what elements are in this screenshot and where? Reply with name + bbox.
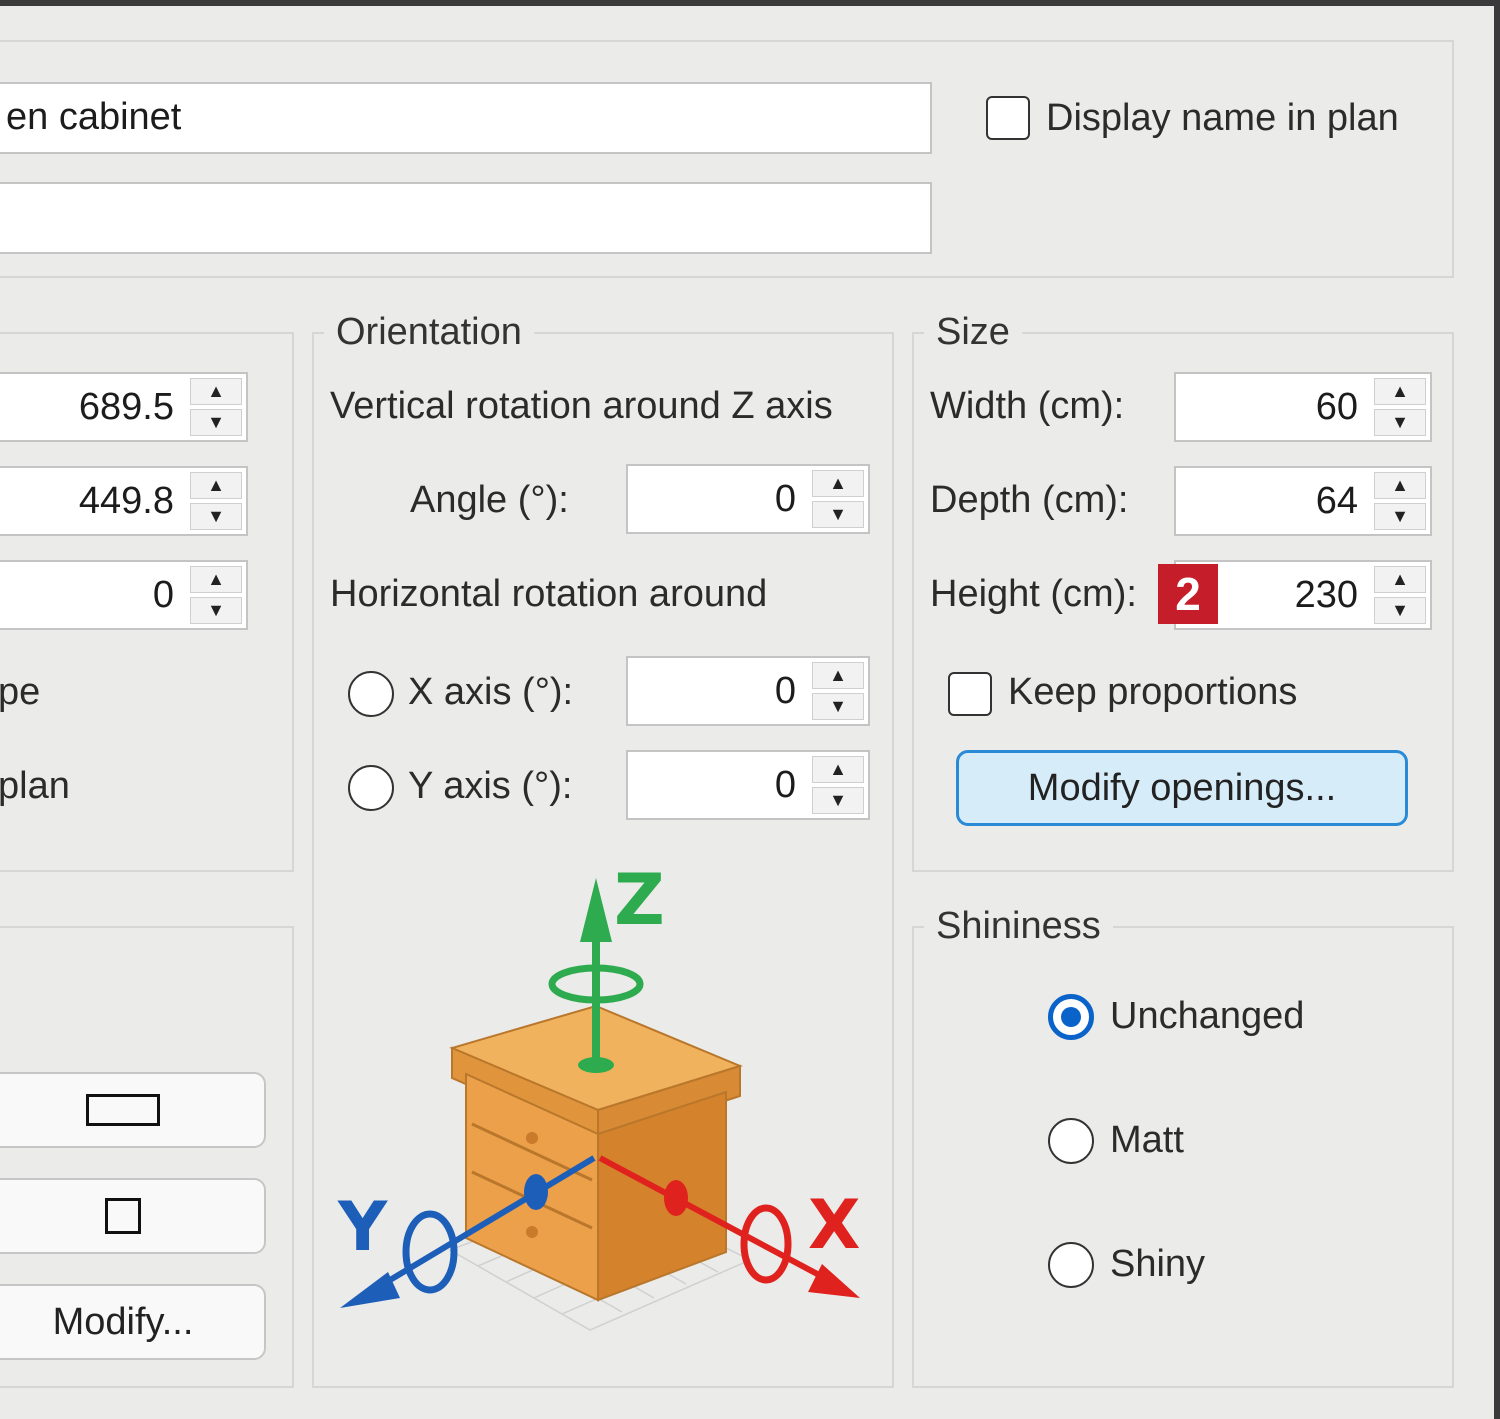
- depth-value[interactable]: 64: [1176, 468, 1368, 534]
- spin-up-icon[interactable]: ▲: [190, 566, 242, 593]
- modify-openings-button[interactable]: Modify openings...: [956, 750, 1408, 826]
- description-input[interactable]: [0, 182, 932, 254]
- modify-button[interactable]: Modify...: [0, 1284, 266, 1360]
- spin-up-icon[interactable]: ▲: [812, 470, 864, 497]
- y-axis-value[interactable]: 0: [628, 752, 806, 818]
- shape-wide-button[interactable]: [0, 1072, 266, 1148]
- spin-down-icon[interactable]: ▼: [812, 693, 864, 720]
- orientation-title: Orientation: [324, 308, 534, 356]
- y-axis-radio[interactable]: [348, 765, 394, 811]
- height-label: Height (cm):: [930, 573, 1137, 615]
- y-axis-label: Y axis (°):: [408, 765, 573, 807]
- square-icon: [105, 1198, 141, 1234]
- window-frame-top: [0, 0, 1500, 6]
- elevation-value[interactable]: 0: [0, 562, 184, 628]
- width-value[interactable]: 60: [1176, 374, 1368, 440]
- display-name-label: Display name in plan: [1046, 97, 1399, 139]
- spin-up-icon[interactable]: ▲: [190, 472, 242, 499]
- horizontal-rotation-label: Horizontal rotation around: [330, 573, 768, 615]
- x-axis-value[interactable]: 0: [628, 658, 806, 724]
- location-label-fragment-1: pe: [0, 671, 41, 713]
- x-axis-label: X axis (°):: [408, 671, 574, 713]
- spin-down-icon[interactable]: ▼: [812, 501, 864, 528]
- shininess-matt-label: Matt: [1110, 1119, 1184, 1161]
- name-input[interactable]: en cabinet: [0, 82, 932, 154]
- spin-up-icon[interactable]: ▲: [1374, 378, 1426, 405]
- x-axis-radio[interactable]: [348, 671, 394, 717]
- width-label: Width (cm):: [930, 385, 1125, 427]
- x-position-spinner[interactable]: 689.5 ▲ ▼: [0, 372, 248, 442]
- window-frame-right: [1494, 0, 1500, 1419]
- y-position-spinner[interactable]: 449.8 ▲ ▼: [0, 466, 248, 536]
- callout-badge: 2: [1158, 564, 1218, 624]
- shininess-shiny-label: Shiny: [1110, 1243, 1206, 1285]
- shape-square-button[interactable]: [0, 1178, 266, 1254]
- z-axis-label: Z: [614, 860, 665, 941]
- shininess-matt-radio[interactable]: [1048, 1118, 1094, 1164]
- x-axis-label: X: [808, 1186, 860, 1265]
- spin-down-icon[interactable]: ▼: [190, 597, 242, 624]
- x-axis-spinner[interactable]: 0 ▲ ▼: [626, 656, 870, 726]
- angle-label: Angle (°):: [410, 479, 569, 521]
- vertical-rotation-label: Vertical rotation around Z axis: [330, 385, 833, 427]
- spin-up-icon[interactable]: ▲: [812, 756, 864, 783]
- orientation-illustration: Z X Y: [337, 860, 860, 1331]
- spin-up-icon[interactable]: ▲: [1374, 472, 1426, 499]
- shininess-unchanged-radio[interactable]: [1048, 994, 1094, 1040]
- location-label-fragment-2: plan: [0, 765, 70, 807]
- spin-up-icon[interactable]: ▲: [812, 662, 864, 689]
- keep-proportions-checkbox[interactable]: [948, 672, 992, 716]
- spin-down-icon[interactable]: ▼: [1374, 597, 1426, 624]
- keep-proportions-label: Keep proportions: [1008, 671, 1298, 713]
- y-axis-spinner[interactable]: 0 ▲ ▼: [626, 750, 870, 820]
- x-position-value[interactable]: 689.5: [0, 374, 184, 440]
- y-axis-label: Y: [337, 1188, 388, 1267]
- width-spinner[interactable]: 60 ▲ ▼: [1174, 372, 1432, 442]
- shininess-shiny-radio[interactable]: [1048, 1242, 1094, 1288]
- angle-spinner[interactable]: 0 ▲ ▼: [626, 464, 870, 534]
- depth-spinner[interactable]: 64 ▲ ▼: [1174, 466, 1432, 536]
- shininess-unchanged-label: Unchanged: [1110, 995, 1305, 1037]
- display-name-checkbox[interactable]: [986, 96, 1030, 140]
- spin-down-icon[interactable]: ▼: [190, 503, 242, 530]
- size-title: Size: [924, 308, 1022, 356]
- angle-value[interactable]: 0: [628, 466, 806, 532]
- spin-up-icon[interactable]: ▲: [1374, 566, 1426, 593]
- y-position-value[interactable]: 449.8: [0, 468, 184, 534]
- spin-down-icon[interactable]: ▼: [1374, 409, 1426, 436]
- spin-down-icon[interactable]: ▼: [1374, 503, 1426, 530]
- spin-down-icon[interactable]: ▼: [812, 787, 864, 814]
- spin-down-icon[interactable]: ▼: [190, 409, 242, 436]
- shininess-title: Shininess: [924, 902, 1113, 950]
- elevation-spinner[interactable]: 0 ▲ ▼: [0, 560, 248, 630]
- depth-label: Depth (cm):: [930, 479, 1129, 521]
- spin-up-icon[interactable]: ▲: [190, 378, 242, 405]
- wide-rectangle-icon: [86, 1094, 160, 1126]
